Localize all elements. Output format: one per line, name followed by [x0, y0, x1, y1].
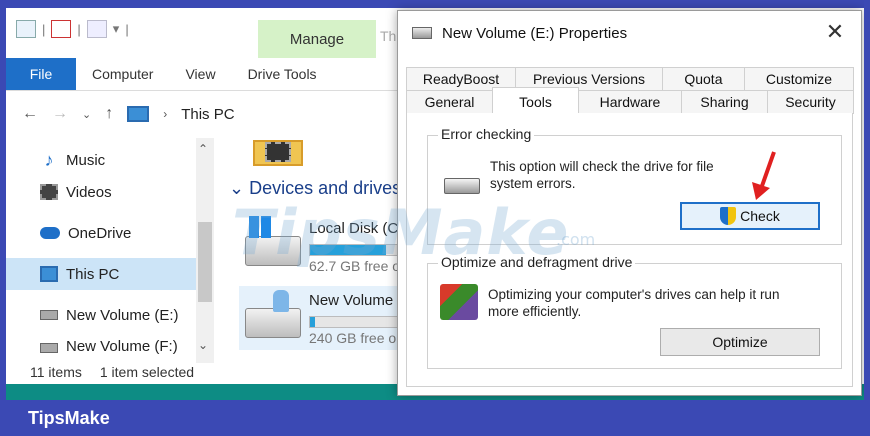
hard-drive-icon [444, 178, 480, 194]
drive-free-space: 240 GB free o [309, 330, 397, 346]
forward-arrow-icon[interactable]: → [52, 105, 68, 123]
tab-security[interactable]: Security [767, 90, 854, 114]
tab-sharing[interactable]: Sharing [681, 90, 768, 114]
groupbox-label: Error checking [438, 126, 535, 142]
recent-dropdown-icon[interactable]: ⌄ [82, 108, 91, 121]
drive-icon [412, 27, 432, 39]
ribbon-tabs: File Computer View Drive Tools [6, 58, 406, 90]
navigation-pane: ♪ Music Videos OneDrive This PC New Volu… [6, 138, 216, 363]
tab-customize[interactable]: Customize [743, 67, 854, 91]
padlock-icon [273, 290, 289, 312]
nav-label: New Volume (F:) [66, 338, 178, 355]
tab-file[interactable]: File [6, 58, 76, 90]
dialog-title-bar: New Volume (E:) Properties [398, 11, 861, 55]
tab-hardware[interactable]: Hardware [578, 90, 682, 114]
nav-item-new-volume-f[interactable]: New Volume (F:) [6, 338, 196, 360]
nav-label: Music [66, 151, 106, 169]
close-icon[interactable]: ✕ [823, 19, 847, 45]
cloud-icon [40, 227, 60, 239]
status-bar: 11 items 1 item selected [6, 360, 406, 384]
nav-item-music[interactable]: ♪ Music [6, 144, 196, 176]
tab-row-lower: General Tools Hardware Sharing Security [406, 87, 854, 115]
film-icon [40, 184, 58, 200]
status-item-count: 11 items [30, 364, 82, 380]
breadcrumb-chevron-icon[interactable]: › [163, 107, 167, 121]
qat-dropdown-icon[interactable]: ▾ [113, 21, 120, 37]
nav-item-this-pc[interactable]: This PC [6, 258, 196, 290]
qat-separator: | [77, 21, 81, 37]
nav-scrollbar-thumb[interactable] [198, 222, 212, 302]
qat-separator: | [125, 21, 129, 37]
manage-context-tab[interactable]: Manage [258, 20, 376, 58]
check-button-label: Check [740, 208, 780, 224]
chevron-down-icon: ⌄ [229, 178, 250, 198]
computer-icon [40, 266, 58, 282]
nav-label: OneDrive [68, 224, 132, 242]
nav-item-onedrive[interactable]: OneDrive [6, 217, 196, 249]
qat-icons: | | ▾ | [16, 20, 129, 38]
description-line: more efficiently. [488, 304, 582, 319]
this-pc-icon [127, 106, 150, 122]
scroll-up-chevron-icon[interactable]: ⌃ [198, 142, 208, 156]
drive-name: New Volume [309, 292, 394, 309]
tab-row-upper: ReadyBoost Previous Versions Quota Custo… [406, 67, 854, 91]
defrag-icon [440, 284, 478, 320]
tab-general[interactable]: General [406, 90, 493, 114]
drive-tile-e[interactable]: New Volume 240 GB free o [239, 286, 419, 350]
footer-brand-label: TipsMake [28, 408, 110, 428]
properties-icon[interactable] [51, 20, 72, 38]
music-note-icon: ♪ [44, 149, 54, 170]
nav-item-new-volume-e[interactable]: New Volume (E:) [6, 299, 196, 331]
optimize-button[interactable]: Optimize [660, 328, 820, 356]
address-bar: ← → ⌄ ↑ › This PC [6, 94, 406, 134]
film-strip-icon [265, 142, 291, 162]
frame-top-border [0, 0, 870, 8]
error-checking-description: This option will check the drive for fil… [490, 158, 714, 192]
hard-drive-icon [245, 308, 301, 338]
nav-label: New Volume (E:) [66, 306, 179, 324]
up-arrow-icon[interactable]: ↑ [105, 105, 113, 123]
drive-usage-fill [310, 317, 316, 327]
description-line: system errors. [490, 176, 576, 191]
nav-item-videos[interactable]: Videos [6, 176, 196, 208]
breadcrumb-this-pc[interactable]: This PC [181, 106, 234, 123]
red-arrow-icon [752, 151, 776, 200]
dialog-title: New Volume (E:) Properties [442, 24, 628, 42]
optimize-description: Optimizing your computer's drives can he… [488, 286, 779, 320]
nav-label: Videos [66, 183, 112, 201]
drive-icon [40, 343, 58, 353]
check-button[interactable]: Check [680, 202, 820, 230]
frame-left-border [0, 0, 6, 436]
qat-separator: | [42, 21, 46, 37]
watermark-suffix: .com [556, 230, 596, 249]
tab-computer[interactable]: Computer [76, 58, 169, 90]
optimize-group: Optimize and defragment drive Optimizing… [427, 254, 842, 369]
status-selection: 1 item selected [99, 364, 195, 380]
tab-tools[interactable]: Tools [492, 87, 579, 115]
ribbon-divider [6, 90, 406, 91]
drive-icon [40, 310, 58, 320]
tab-quota[interactable]: Quota [661, 67, 745, 91]
frame-right-border [864, 0, 870, 436]
uac-shield-icon [720, 207, 737, 225]
tab-drive-tools[interactable]: Drive Tools [231, 58, 333, 90]
group-header-label: Devices and drives [249, 178, 402, 198]
description-line: This option will check the drive for fil… [490, 159, 714, 174]
pc-icon[interactable] [16, 20, 36, 38]
description-line: Optimizing your computer's drives can he… [488, 287, 780, 302]
scroll-down-chevron-icon[interactable]: ⌄ [198, 338, 208, 352]
footer-bar: TipsMake [0, 400, 870, 436]
nav-label: This PC [66, 265, 120, 283]
back-arrow-icon[interactable]: ← [22, 105, 38, 123]
new-folder-icon[interactable] [86, 20, 107, 38]
tab-view[interactable]: View [169, 58, 231, 90]
watermark-text: TipsMake [232, 196, 570, 269]
